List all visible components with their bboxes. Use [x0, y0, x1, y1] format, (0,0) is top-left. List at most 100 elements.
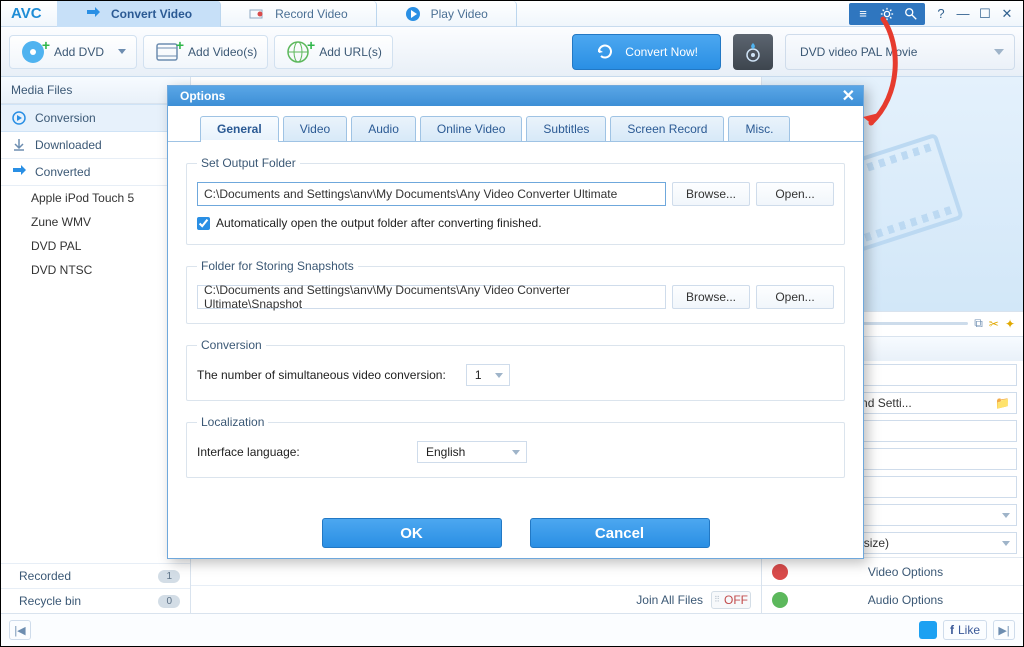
output-folder-group: Set Output Folder C:\Documents and Setti… [186, 156, 845, 245]
snapshot-open-button[interactable]: Open... [756, 285, 834, 309]
app-logo: AVC [1, 5, 57, 22]
output-open-button[interactable]: Open... [756, 182, 834, 206]
collapse-right-button[interactable]: ▶| [993, 620, 1015, 640]
sidebar-item-converted[interactable]: Converted [1, 159, 190, 186]
snapshot-browse-button[interactable]: Browse... [672, 285, 750, 309]
sidebar-item-conversion[interactable]: Conversion [1, 104, 190, 132]
group-legend: Set Output Folder [197, 156, 300, 170]
window-controls: ≡ ? — ☐ ✕ [849, 3, 1023, 25]
convert-icon [11, 110, 27, 126]
record-icon [249, 6, 265, 22]
output-profile-dropdown[interactable]: DVD video PAL Movie [785, 34, 1015, 70]
tab-audio[interactable]: Audio [351, 116, 416, 141]
tab-online-video[interactable]: Online Video [420, 116, 523, 141]
add-videos-button[interactable]: + Add Video(s) [143, 35, 268, 69]
btn-label: Add URL(s) [319, 45, 382, 59]
search-icon[interactable] [901, 5, 921, 23]
facebook-like-button[interactable]: fLike [943, 620, 987, 640]
dialog-tabs: General Video Audio Online Video Subtitl… [168, 106, 863, 142]
sidebar: Media Files Conversion Downloaded Conver… [1, 77, 191, 613]
tab-play-video[interactable]: Play Video [377, 1, 517, 27]
status-bar: |◀ fLike ▶| [1, 613, 1023, 646]
folder-icon[interactable]: 📁 [995, 396, 1010, 410]
close-icon[interactable]: ✕ [997, 5, 1017, 23]
conversion-group: Conversion The number of simultaneous vi… [186, 338, 845, 401]
sidebar-sub-dvd-pal[interactable]: DVD PAL [1, 234, 190, 258]
dialog-close-button[interactable]: ✕ [842, 86, 855, 106]
output-path-input[interactable]: C:\Documents and Settings\anv\My Documen… [197, 182, 666, 206]
tab-misc[interactable]: Misc. [728, 116, 790, 141]
cancel-button[interactable]: Cancel [530, 518, 710, 548]
crop-icon[interactable]: ⧉ [974, 316, 983, 331]
snapshot-folder-group: Folder for Storing Snapshots C:\Document… [186, 259, 845, 324]
audio-options-bar[interactable]: Audio Options [762, 585, 1023, 613]
minimize-icon[interactable]: — [953, 5, 973, 23]
conversion-count-label: The number of simultaneous video convers… [197, 368, 446, 382]
conversion-count-combo[interactable]: 1 [466, 364, 510, 386]
sidebar-sub-ipod[interactable]: Apple iPod Touch 5 [1, 186, 190, 210]
convert-icon [85, 6, 101, 22]
collapse-left-button[interactable]: |◀ [9, 620, 31, 640]
tab-video[interactable]: Video [283, 116, 347, 141]
join-all-label: Join All Files [636, 593, 703, 607]
scissors-icon[interactable]: ✂ [989, 317, 999, 331]
localization-group: Localization Interface language: English [186, 415, 845, 478]
sidebar-recorded[interactable]: Recorded 1 [1, 563, 190, 588]
globe-icon: + [285, 39, 311, 65]
tab-subtitles[interactable]: Subtitles [526, 116, 606, 141]
refresh-icon [595, 42, 615, 62]
sidebar-label: Downloaded [35, 138, 102, 152]
sidebar-sub-zune[interactable]: Zune WMV [1, 210, 190, 234]
options-dialog: Options ✕ General Video Audio Online Vid… [167, 85, 864, 559]
group-legend: Folder for Storing Snapshots [197, 259, 358, 273]
snapshot-path-input[interactable]: C:\Documents and Settings\anv\My Documen… [197, 285, 666, 309]
audio-dot-icon [772, 592, 788, 608]
disc-icon: + [20, 39, 46, 65]
tab-general[interactable]: General [200, 116, 279, 141]
language-label: Interface language: [197, 445, 397, 459]
output-browse-button[interactable]: Browse... [672, 182, 750, 206]
tab-record-video[interactable]: Record Video [221, 1, 377, 27]
join-toggle[interactable]: OFF [711, 591, 751, 609]
dialog-titlebar: Options ✕ [168, 86, 863, 106]
add-urls-button[interactable]: + Add URL(s) [274, 35, 393, 69]
gear-icon[interactable] [877, 5, 897, 23]
burn-button[interactable] [733, 34, 773, 70]
tab-convert-video[interactable]: Convert Video [57, 1, 221, 27]
twitter-icon[interactable] [919, 621, 937, 639]
btn-label: Convert Now! [625, 45, 698, 59]
language-combo[interactable]: English [417, 441, 527, 463]
group-legend: Conversion [197, 338, 266, 352]
burn-icon [743, 42, 763, 62]
help-icon[interactable]: ? [931, 5, 951, 23]
tab-label: Play Video [431, 7, 488, 21]
title-bar: AVC Convert Video Record Video Play Vide… [1, 1, 1023, 27]
video-dot-icon [772, 564, 788, 580]
play-icon [405, 6, 421, 22]
count-badge: 1 [158, 570, 180, 583]
tab-label: Record Video [275, 7, 348, 21]
btn-label: Add Video(s) [188, 45, 257, 59]
convert-now-button[interactable]: Convert Now! [572, 34, 721, 70]
sidebar-header: Media Files [1, 77, 190, 104]
sidebar-label: Converted [35, 165, 90, 179]
add-dvd-button[interactable]: + Add DVD [9, 35, 137, 69]
group-legend: Localization [197, 415, 268, 429]
sidebar-sub-dvd-ntsc[interactable]: DVD NTSC [1, 258, 190, 282]
tab-label: Convert Video [111, 7, 192, 21]
ok-button[interactable]: OK [322, 518, 502, 548]
tab-screen-record[interactable]: Screen Record [610, 116, 724, 141]
wand-icon[interactable]: ✦ [1005, 317, 1015, 331]
menu-icon[interactable]: ≡ [853, 5, 873, 23]
profile-label: DVD video PAL Movie [800, 45, 917, 59]
sidebar-recycle[interactable]: Recycle bin 0 [1, 588, 190, 613]
converted-icon [11, 164, 27, 180]
auto-open-checkbox[interactable] [197, 217, 210, 230]
sidebar-item-downloaded[interactable]: Downloaded [1, 132, 190, 159]
sidebar-label: Conversion [35, 111, 96, 125]
count-badge: 0 [158, 595, 180, 608]
maximize-icon[interactable]: ☐ [975, 5, 995, 23]
dialog-title: Options [180, 89, 225, 103]
toolbar: + Add DVD + Add Video(s) + Add URL(s) Co… [1, 27, 1023, 77]
auto-open-label: Automatically open the output folder aft… [216, 216, 542, 230]
